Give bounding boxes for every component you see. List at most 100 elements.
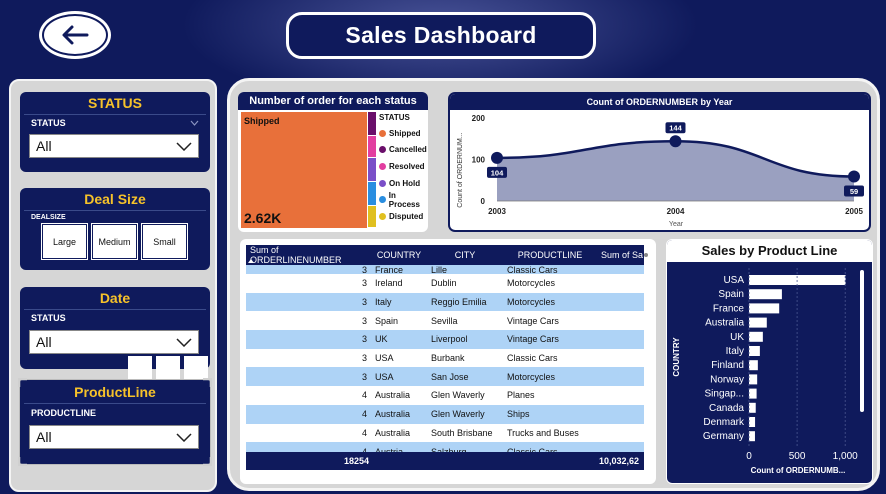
table-scrollbar[interactable] (644, 253, 648, 257)
date-dropdown[interactable]: All (29, 330, 199, 354)
table-cell: Australia (375, 390, 411, 401)
table-cell: 7,5 (597, 265, 644, 274)
bar[interactable] (749, 402, 756, 413)
table-cell: Vintage Cars (507, 334, 559, 345)
divider (24, 210, 206, 211)
treemap-cell-value: 2.62K (244, 210, 282, 226)
chevron-down-icon[interactable] (190, 120, 199, 126)
date-slicer-title: Date (99, 290, 131, 306)
bar[interactable] (749, 346, 760, 356)
legend-dot-icon (379, 212, 386, 220)
column-header-productline[interactable]: PRODUCTLINE (503, 245, 597, 265)
bar[interactable] (749, 360, 758, 371)
column-header-sales[interactable]: Sum of Sa (597, 245, 644, 265)
slicer-visual-header-box[interactable] (156, 356, 180, 380)
category-label: Finland (711, 360, 744, 371)
treemap-cell-resolved[interactable] (368, 135, 376, 158)
treemap-cell-on-hold[interactable] (368, 158, 376, 181)
bar[interactable] (749, 417, 756, 427)
orders-table-viewport: Sum of ORDERLINENUMBER COUNTRY CITY PROD… (246, 245, 644, 475)
table-row[interactable]: 3 Italy Reggio Emilia Motorcycles 7,5 (246, 292, 644, 312)
productline-slicer: ProductLine PRODUCTLINE All (18, 378, 212, 466)
table-row[interactable]: 3 France Lille Classic Cars 7,5 (246, 265, 644, 274)
treemap-cell-shipped[interactable]: Shipped 2.62K (241, 112, 367, 228)
bar[interactable] (749, 388, 757, 399)
legend-item[interactable]: Cancelled (379, 142, 428, 159)
slicer-visual-header-box[interactable] (128, 356, 152, 380)
bar[interactable] (749, 317, 767, 328)
table-cell: Burbank (431, 353, 465, 364)
category-label: Canada (709, 403, 744, 414)
legend-item[interactable]: On Hold (379, 175, 428, 192)
table-cell: Motorcycles (507, 278, 556, 289)
legend-label: Cancelled (389, 145, 427, 155)
slicer-visual-header-box[interactable] (184, 356, 208, 380)
deal-size-slicer-title: Deal Size (84, 191, 146, 207)
bar-chart-scrollbar[interactable] (860, 270, 864, 412)
year-point[interactable] (848, 170, 860, 183)
table-header-row: Sum of ORDERLINENUMBER COUNTRY CITY PROD… (246, 245, 644, 265)
productline-dropdown[interactable]: All (29, 425, 199, 449)
legend-item[interactable]: In Process (379, 190, 428, 209)
country-bar-chart: 1,000 USA Spain France Australia UK Italy Finla… (672, 268, 864, 475)
deal-size-field-label: DEALSIZE (31, 214, 66, 221)
legend-item[interactable]: Resolved (379, 158, 428, 175)
deal-size-medium-button[interactable]: Medium (92, 224, 137, 259)
treemap-cell-cancelled[interactable] (368, 112, 376, 135)
bar[interactable] (749, 431, 755, 442)
table-cell: 4 (361, 409, 367, 420)
back-button[interactable] (42, 14, 108, 56)
orders-table: Sum of ORDERLINENUMBER COUNTRY CITY PROD… (246, 245, 644, 461)
year-point[interactable] (491, 151, 503, 164)
main-panel: Number of order for each status Shipped … (227, 78, 880, 491)
table-row[interactable]: 4 Australia Glen Waverly Planes 3,8 (246, 386, 644, 405)
table-row[interactable]: 4 Australia South Brisbane Trucks and Buses… (246, 423, 644, 443)
category-label: USA (723, 275, 744, 286)
table-cell: Australia (375, 409, 411, 420)
arrow-left-icon (62, 25, 89, 45)
year-chart-ylabel: Count of ORDERNUM... (457, 132, 464, 208)
deal-size-small-button[interactable]: Small (142, 224, 187, 259)
table-row[interactable]: 3 Spain Sevilla Vintage Cars 3,2 (246, 311, 644, 331)
legend-label: On Hold (389, 178, 421, 188)
legend-item[interactable]: Disputed (379, 208, 428, 225)
table-cell: UK (375, 334, 388, 345)
legend-label: In Process (388, 190, 420, 209)
total-orderlinenumber: 18254 (343, 456, 369, 466)
column-header-city[interactable]: CITY (427, 245, 503, 265)
category-label: Norway (710, 374, 744, 385)
table-cell: 3 (361, 353, 367, 364)
table-row[interactable]: 4 Australia Glen Waverly Ships 3,0 (246, 404, 644, 424)
treemap-cell-disputed[interactable] (368, 205, 376, 227)
bar[interactable] (749, 331, 763, 342)
bar-chart-ylabel: COUNTRY (672, 337, 681, 377)
category-label: Spain (718, 289, 744, 300)
year-line-chart: 200 100 0 104 2003 144 2004 59 2005 Count of ORD… (457, 114, 864, 228)
bar-marks: 1,000 USA Spain France Australia UK Italy Finla… (703, 268, 858, 462)
bar[interactable] (749, 374, 758, 385)
column-header-country[interactable]: COUNTRY (371, 245, 427, 265)
data-label: 59 (850, 187, 858, 196)
x-tick-label: 1,000 (833, 451, 858, 462)
table-row[interactable]: 3 USA San Jose Motorcycles 6,0 (246, 367, 644, 387)
year-chart-title: Count of ORDERNUMBER by Year (450, 94, 869, 110)
legend-item[interactable]: Shipped (379, 125, 428, 142)
column-header-orderlinenumber[interactable]: Sum of ORDERLINENUMBER (246, 245, 371, 265)
treemap-legend-title: STATUS (379, 113, 410, 122)
column-header-label: Sum of ORDERLINENUMBER (250, 245, 342, 265)
treemap-cell-in-process[interactable] (368, 181, 376, 205)
table-row[interactable]: 3 UK Liverpool Vintage Cars 10,7 (246, 330, 644, 349)
table-cell: Lille (431, 265, 448, 275)
status-dropdown[interactable]: All (29, 134, 199, 158)
table-cell: 3,8 (597, 386, 644, 405)
y-tick-label: 200 (472, 114, 486, 123)
bar[interactable] (749, 303, 780, 314)
year-point[interactable] (669, 135, 682, 148)
bar[interactable] (749, 289, 782, 300)
table-cell: Sevilla (431, 315, 458, 326)
deal-size-large-button[interactable]: Large (42, 224, 87, 259)
table-row[interactable]: 3 Ireland Dublin Motorcycles 4,9 (246, 274, 644, 293)
table-cell: Liverpool (431, 334, 468, 345)
chevron-down-icon (176, 432, 192, 442)
table-row[interactable]: 3 USA Burbank Classic Cars 6,0 (246, 348, 644, 368)
